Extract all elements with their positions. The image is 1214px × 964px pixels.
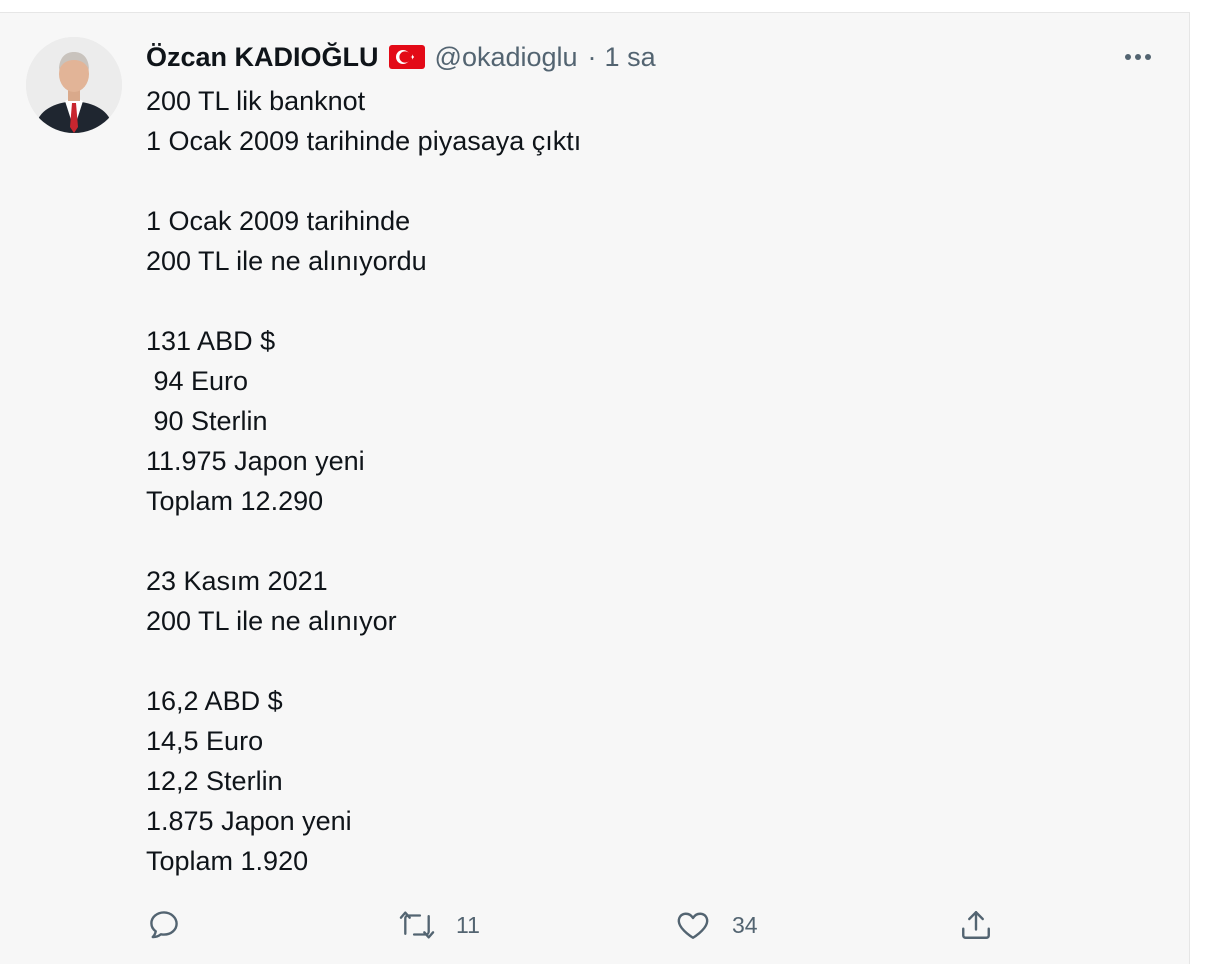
tweet-line: 14,5 Euro (146, 726, 264, 756)
tweet-line: 1.875 Japon yeni (146, 806, 352, 836)
like-count: 34 (732, 911, 758, 938)
tweet-actions: 11 34 (0, 903, 1190, 963)
tweet-header: Özcan KADIOĞLU @okadioglu · 1 sa (146, 39, 656, 75)
tweet-line: 94 Euro (146, 366, 249, 396)
avatar[interactable] (26, 37, 122, 133)
tweet-line (146, 521, 1146, 561)
tweet-line: 16,2 ABD $ (146, 686, 283, 716)
tweet-line: 131 ABD $ (146, 326, 276, 356)
tweet-timestamp[interactable]: 1 sa (605, 42, 656, 73)
tweet-line: 200 TL ile ne alınıyor (146, 606, 397, 636)
like-button[interactable]: 34 (674, 903, 758, 947)
retweet-count: 11 (456, 911, 480, 938)
tweet-line: Toplam 1.920 (146, 846, 309, 876)
tweet-line: 11.975 Japon yeni (146, 446, 365, 476)
reply-icon (150, 911, 178, 939)
tweet-card[interactable]: Özcan KADIOĞLU @okadioglu · 1 sa 200 TL … (0, 12, 1190, 964)
tweet-line: 23 Kasım 2021 (146, 566, 328, 596)
reply-button[interactable] (146, 903, 202, 947)
turkey-flag-icon (388, 45, 425, 69)
tweet-line: 90 Sterlin (146, 406, 268, 436)
tweet-line: 200 TL lik banknot (146, 86, 366, 116)
share-icon (962, 911, 990, 939)
tweet-line: 12,2 Sterlin (146, 766, 283, 796)
share-button[interactable] (958, 903, 994, 947)
more-dots-icon (1125, 54, 1151, 60)
tweet-line (146, 161, 1146, 201)
more-options-button[interactable] (1118, 43, 1158, 71)
tweet-text: 200 TL lik banknot 1 Ocak 2009 tarihinde… (146, 81, 1146, 881)
retweet-button[interactable]: 11 (398, 903, 480, 947)
tweet-line: 1 Ocak 2009 tarihinde piyasaya çıktı (146, 126, 582, 156)
header-separator: · (587, 41, 597, 72)
heart-icon (677, 912, 709, 939)
author-name[interactable]: Özcan KADIOĞLU (146, 42, 379, 73)
tweet-line: 1 Ocak 2009 tarihinde (146, 206, 411, 236)
retweet-icon (399, 911, 435, 939)
tweet-line: 200 TL ile ne alınıyordu (146, 246, 427, 276)
avatar-portrait (26, 37, 122, 133)
tweet-line (146, 281, 1146, 321)
tweet-line (146, 641, 1146, 681)
tweet-line: Toplam 12.290 (146, 486, 324, 516)
author-handle[interactable]: @okadioglu (435, 42, 578, 73)
